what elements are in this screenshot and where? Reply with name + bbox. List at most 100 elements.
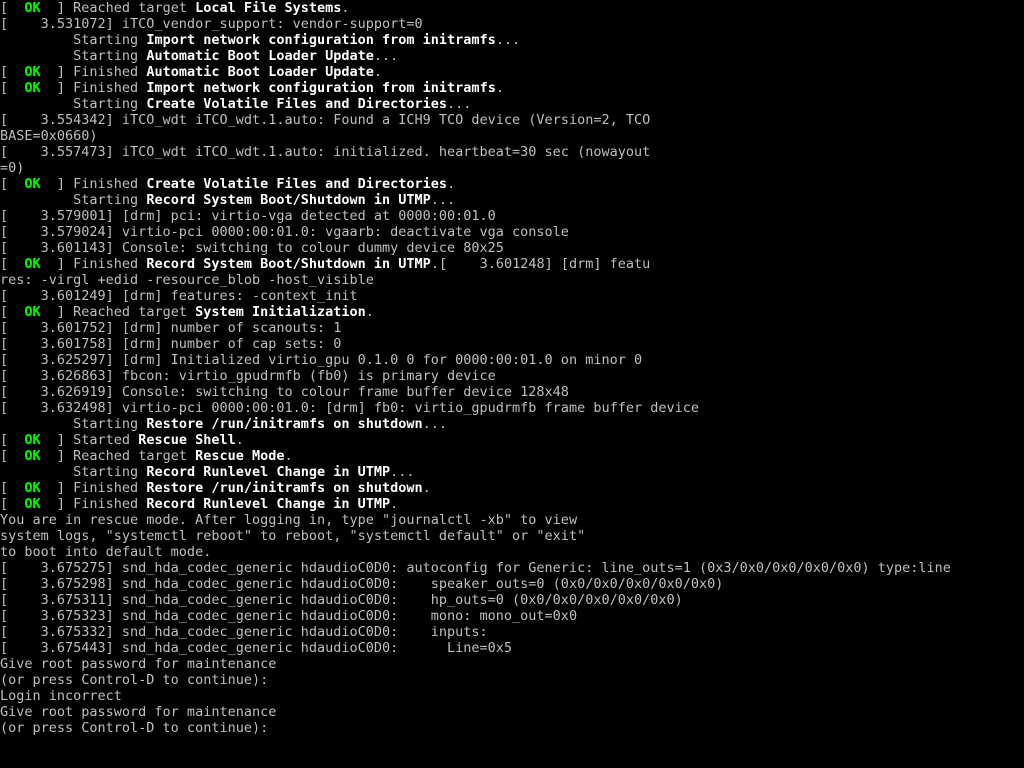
log-text: [ 3.579001] [drm] pci: virtio-vga detect…	[0, 208, 496, 224]
unit-name: Record System Boot/Shutdown in UTMP	[146, 192, 430, 208]
log-text: [	[0, 64, 24, 80]
log-text: ...	[390, 464, 414, 480]
console-line: [ 3.626863] fbcon: virtio_gpudrmfb (fb0)…	[0, 368, 1024, 384]
log-text: [ 3.601758] [drm] number of cap sets: 0	[0, 336, 341, 352]
console-line: [ 3.632498] virtio-pci 0000:00:01.0: [dr…	[0, 400, 1024, 416]
log-text: [ 3.626919] Console: switching to colour…	[0, 384, 569, 400]
console-line: [ OK ] Started Rescue Shell.	[0, 432, 1024, 448]
console-line: (or press Control-D to continue):	[0, 720, 1024, 736]
console-line: Starting Import network configuration fr…	[0, 32, 1024, 48]
console-line: [ 3.531072] iTCO_vendor_support: vendor-…	[0, 16, 1024, 32]
log-text: [ 3.554342] iTCO_wdt iTCO_wdt.1.auto: Fo…	[0, 112, 650, 128]
console-line: [ 3.601758] [drm] number of cap sets: 0	[0, 336, 1024, 352]
log-text: .	[447, 176, 455, 192]
log-text: [ 3.579024] virtio-pci 0000:00:01.0: vga…	[0, 224, 569, 240]
log-text: [ 3.601752] [drm] number of scanouts: 1	[0, 320, 341, 336]
log-text: ] Finished	[41, 80, 147, 96]
log-text: Starting	[0, 464, 146, 480]
console-line: Login incorrect	[0, 688, 1024, 704]
log-text: to boot into default mode.	[0, 544, 211, 560]
console-line: [ OK ] Finished Record Runlevel Change i…	[0, 496, 1024, 512]
console-line: [ 3.579001] [drm] pci: virtio-vga detect…	[0, 208, 1024, 224]
status-ok: OK	[24, 64, 40, 80]
console-line: [ OK ] Finished Create Volatile Files an…	[0, 176, 1024, 192]
console-line: [ 3.626919] Console: switching to colour…	[0, 384, 1024, 400]
unit-name: Create Volatile Files and Directories	[146, 176, 447, 192]
unit-name: Import network configuration from initra…	[146, 80, 496, 96]
status-ok: OK	[24, 432, 40, 448]
console-line: system logs, "systemctl reboot" to reboo…	[0, 528, 1024, 544]
console-line: [ OK ] Reached target Rescue Mode.	[0, 448, 1024, 464]
log-text: [	[0, 480, 24, 496]
status-ok: OK	[24, 176, 40, 192]
log-text: ] Reached target	[41, 304, 195, 320]
console-line: [ 3.625297] [drm] Initialized virtio_gpu…	[0, 352, 1024, 368]
log-text: You are in rescue mode. After logging in…	[0, 512, 577, 528]
log-text: [ 3.626863] fbcon: virtio_gpudrmfb (fb0)…	[0, 368, 496, 384]
console-line: [ 3.675311] snd_hda_codec_generic hdaudi…	[0, 592, 1024, 608]
console-line: [ 3.675323] snd_hda_codec_generic hdaudi…	[0, 608, 1024, 624]
status-ok: OK	[24, 480, 40, 496]
unit-name: Record System Boot/Shutdown in UTMP	[146, 256, 430, 272]
console-line: Starting Record Runlevel Change in UTMP.…	[0, 464, 1024, 480]
console-line: You are in rescue mode. After logging in…	[0, 512, 1024, 528]
console-line: [ 3.557473] iTCO_wdt iTCO_wdt.1.auto: in…	[0, 144, 1024, 160]
log-text: Starting	[0, 192, 146, 208]
status-ok: OK	[24, 80, 40, 96]
log-text: Starting	[0, 32, 146, 48]
log-text: ...	[431, 192, 455, 208]
unit-name: Local File Systems	[195, 0, 341, 16]
status-ok: OK	[24, 0, 40, 16]
log-text: .	[390, 496, 398, 512]
log-text: ] Finished	[41, 256, 147, 272]
log-text: [	[0, 304, 24, 320]
console-line: [ OK ] Finished Restore /run/initramfs o…	[0, 480, 1024, 496]
log-text: Give root password for maintenance	[0, 704, 276, 720]
unit-name: Rescue Shell	[138, 432, 236, 448]
status-ok: OK	[24, 304, 40, 320]
log-text: ] Reached target	[41, 448, 195, 464]
log-text: ] Finished	[41, 64, 147, 80]
log-text: [	[0, 80, 24, 96]
console-line: BASE=0x0660)	[0, 128, 1024, 144]
log-text: [	[0, 496, 24, 512]
log-text: Starting	[0, 96, 146, 112]
log-text: .	[374, 64, 382, 80]
log-text: [ 3.601249] [drm] features: -context_ini…	[0, 288, 358, 304]
log-text: (or press Control-D to continue):	[0, 672, 276, 688]
boot-console[interactable]: [ OK ] Reached target Local File Systems…	[0, 0, 1024, 736]
log-text: ] Finished	[41, 496, 147, 512]
status-ok: OK	[24, 496, 40, 512]
log-text: [ 3.675332] snd_hda_codec_generic hdaudi…	[0, 624, 488, 640]
unit-name: Restore /run/initramfs on shutdown	[146, 416, 422, 432]
console-line: res: -virgl +edid -resource_blob -host_v…	[0, 272, 1024, 288]
console-line: Starting Automatic Boot Loader Update...	[0, 48, 1024, 64]
console-line: [ 3.601249] [drm] features: -context_ini…	[0, 288, 1024, 304]
log-text: [ 3.531072] iTCO_vendor_support: vendor-…	[0, 16, 423, 32]
log-text: (or press Control-D to continue):	[0, 720, 276, 736]
unit-name: Record Runlevel Change in UTMP	[146, 496, 390, 512]
log-text: .	[341, 0, 349, 16]
status-ok: OK	[24, 256, 40, 272]
console-line: [ 3.601752] [drm] number of scanouts: 1	[0, 320, 1024, 336]
log-text: ] Finished	[41, 480, 147, 496]
log-text: system logs, "systemctl reboot" to reboo…	[0, 528, 585, 544]
console-line: Give root password for maintenance	[0, 704, 1024, 720]
unit-name: Record Runlevel Change in UTMP	[146, 464, 390, 480]
console-line: [ OK ] Finished Import network configura…	[0, 80, 1024, 96]
console-line: =0)	[0, 160, 1024, 176]
log-text: [ 3.601143] Console: switching to colour…	[0, 240, 504, 256]
log-text: [ 3.675275] snd_hda_codec_generic hdaudi…	[0, 560, 951, 576]
log-text: [	[0, 176, 24, 192]
unit-name: Import network configuration from initra…	[146, 32, 496, 48]
log-text: .	[236, 432, 244, 448]
log-text: [ 3.675323] snd_hda_codec_generic hdaudi…	[0, 608, 577, 624]
log-text: BASE=0x0660)	[0, 128, 98, 144]
log-text: [ 3.625297] [drm] Initialized virtio_gpu…	[0, 352, 642, 368]
log-text: [	[0, 448, 24, 464]
log-text: Starting	[0, 416, 146, 432]
unit-name: Rescue Mode	[195, 448, 284, 464]
console-line: [ OK ] Reached target Local File Systems…	[0, 0, 1024, 16]
console-line: to boot into default mode.	[0, 544, 1024, 560]
console-line: Starting Record System Boot/Shutdown in …	[0, 192, 1024, 208]
